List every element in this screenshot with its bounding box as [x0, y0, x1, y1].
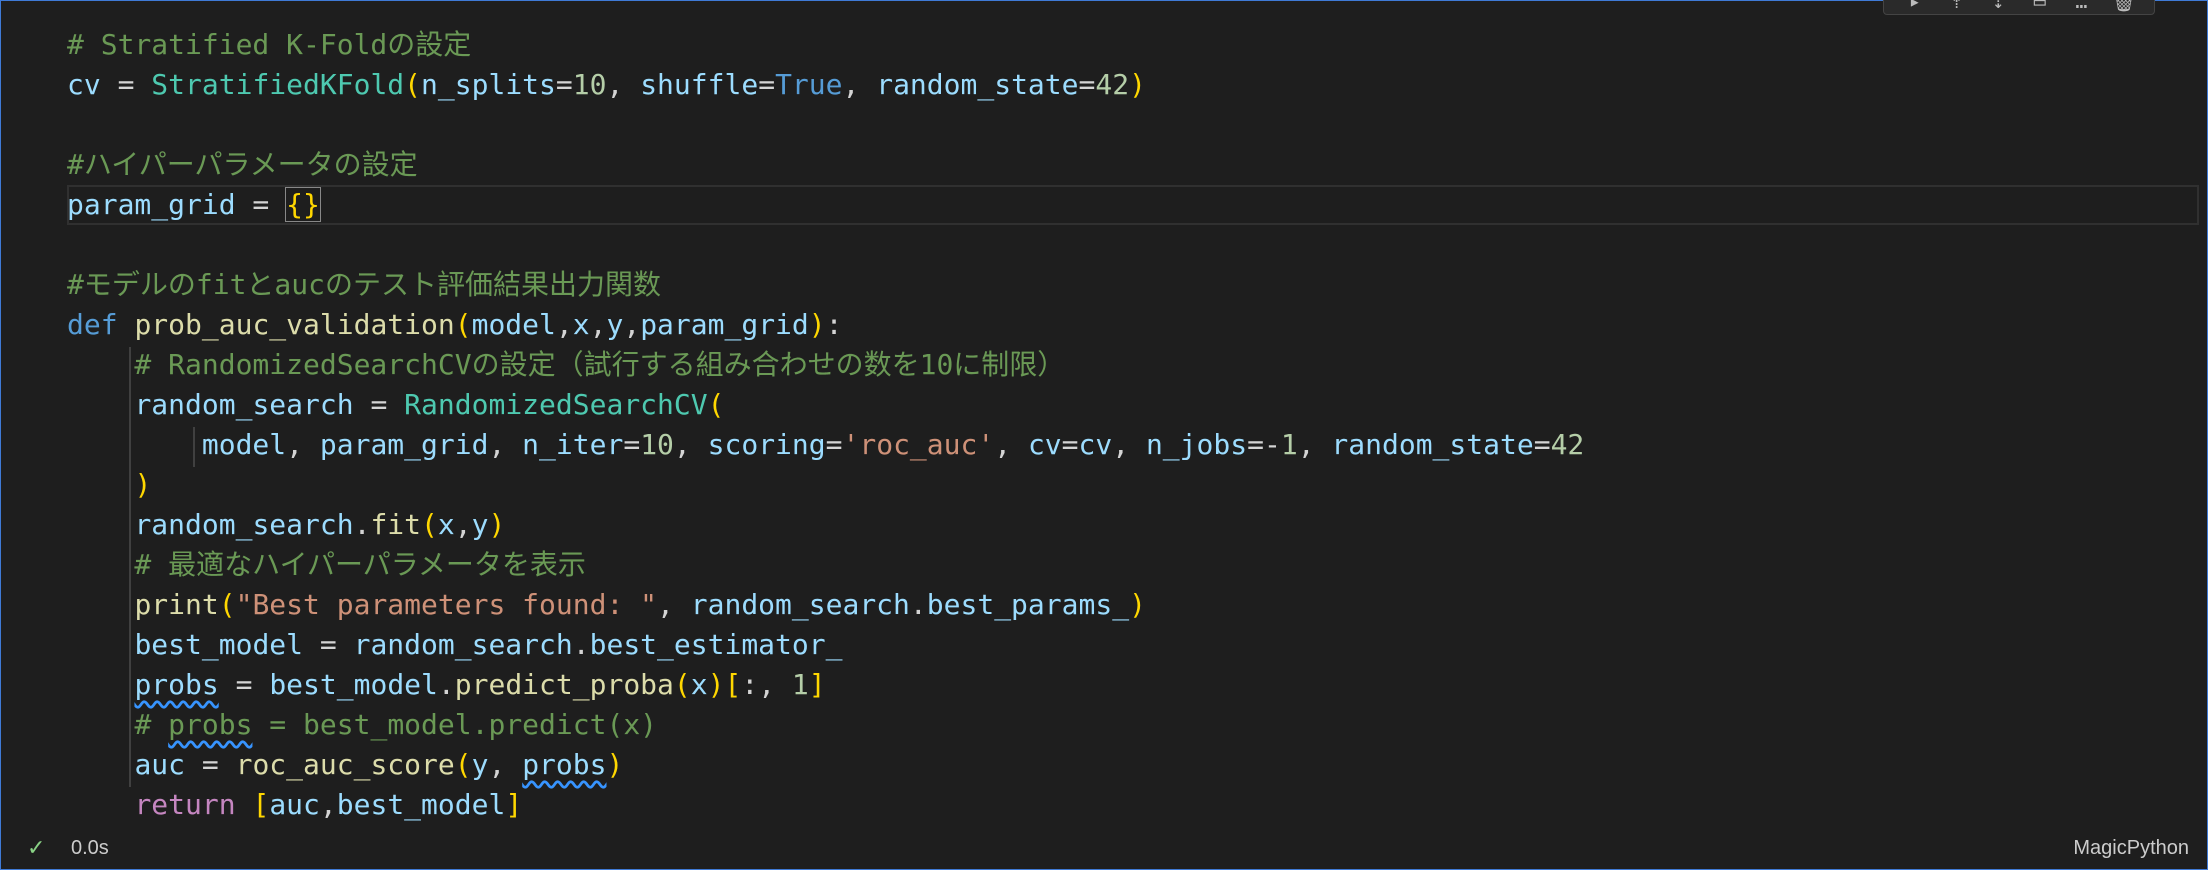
code-line: random_search.fit(x,y) — [134, 508, 506, 541]
more-icon[interactable]: … — [2069, 0, 2093, 13]
check-icon: ✓ — [27, 835, 46, 860]
code-line: model, param_grid, n_iter=10, scoring='r… — [201, 428, 1585, 461]
delete-icon[interactable]: 🗑 — [2111, 0, 2136, 13]
execution-time: 0.0s — [71, 837, 109, 859]
execute-above-icon[interactable]: ⇡ — [1944, 0, 1968, 13]
code-line: #ハイパーパラメータの設定 — [67, 148, 418, 181]
code-line: probs = best_model.predict_proba(x)[:, 1… — [134, 668, 826, 701]
notebook-code-cell[interactable]: ▸ ⇡ ⇣ ▭ … 🗑 # Stratified K-Foldの設定 cv = … — [0, 0, 2208, 870]
cell-toolbar: ▸ ⇡ ⇣ ▭ … 🗑 — [1883, 0, 2155, 15]
code-line: def prob_auc_validation(model,x,y,param_… — [67, 308, 843, 341]
code-line: auc = roc_auc_score(y, probs) — [134, 748, 624, 781]
code-line: # 最適なハイパーパラメータを表示 — [67, 548, 586, 581]
code-line: print("Best parameters found: ", random_… — [134, 588, 1146, 621]
code-line: #モデルのfitとaucのテスト評価結果出力関数 — [67, 268, 662, 301]
code-line: return [auc,best_model] — [134, 788, 523, 821]
code-line: random_search = RandomizedSearchCV( — [134, 388, 725, 421]
code-editor[interactable]: # Stratified K-Foldの設定 cv = StratifiedKF… — [67, 25, 2199, 825]
split-cell-icon[interactable]: ▭ — [2028, 0, 2052, 13]
code-line: # probs = best_model.predict(x) — [134, 708, 658, 741]
code-line: # RandomizedSearchCVの設定（試行する組み合わせの数を10に制… — [67, 348, 1066, 381]
cell-language[interactable]: MagicPython — [2073, 837, 2189, 860]
code-line: best_model = random_search.best_estimato… — [134, 628, 843, 661]
code-line: cv = StratifiedKFold(n_splits=10, shuffl… — [67, 68, 1146, 101]
run-by-line-icon[interactable]: ▸ — [1903, 0, 1927, 13]
code-line-current: param_grid = {} — [67, 185, 2199, 225]
code-line: # Stratified K-Foldの設定 — [67, 28, 472, 61]
code-line: ) — [134, 468, 152, 501]
cell-status-bar: ✓ 0.0s MagicPython — [1, 829, 2207, 869]
execute-below-icon[interactable]: ⇣ — [1986, 0, 2010, 13]
